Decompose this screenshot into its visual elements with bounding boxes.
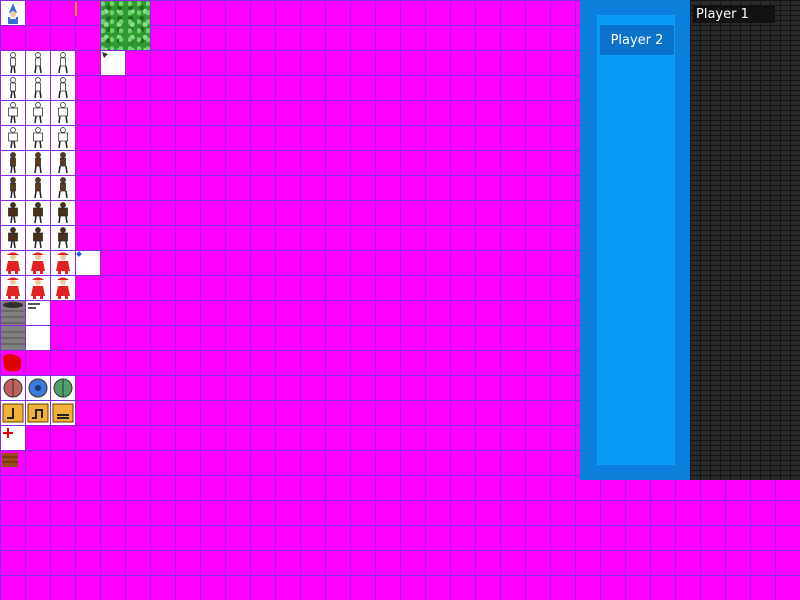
player1-label: Player 1 bbox=[693, 5, 775, 23]
red-figure bbox=[26, 276, 50, 300]
ring-icon bbox=[76, 251, 100, 275]
red-figure bbox=[26, 251, 50, 275]
white-walking-figure bbox=[51, 76, 75, 100]
player2-panel-inner bbox=[597, 15, 675, 465]
stone-column-base bbox=[1, 326, 25, 350]
brown-hero-figure bbox=[26, 226, 50, 250]
blank-tile bbox=[26, 326, 50, 350]
tile-flat-icon bbox=[51, 401, 75, 425]
grass-tile bbox=[101, 1, 150, 50]
green-orb-icon bbox=[51, 376, 75, 400]
red-figure bbox=[51, 251, 75, 275]
brown-walking-figure bbox=[51, 151, 75, 175]
white-hero-figure bbox=[51, 126, 75, 150]
blood-splat bbox=[1, 351, 25, 375]
brown-hero-figure bbox=[1, 201, 25, 225]
sprite-sheet-grid: Player 2 Player 1 bbox=[0, 0, 800, 600]
brown-hero-figure bbox=[51, 226, 75, 250]
tile-up-icon bbox=[1, 401, 25, 425]
blue-orb-icon bbox=[26, 376, 50, 400]
brown-hero-figure bbox=[1, 226, 25, 250]
torch-icon bbox=[75, 2, 77, 16]
brown-walking-figure bbox=[51, 176, 75, 200]
chest-icon bbox=[1, 451, 25, 475]
player2-button[interactable]: Player 2 bbox=[600, 25, 674, 55]
brown-hero-figure bbox=[51, 201, 75, 225]
red-orb-icon bbox=[1, 376, 25, 400]
brown-walking-figure bbox=[1, 176, 25, 200]
red-cross-icon bbox=[1, 426, 25, 450]
white-hero-figure bbox=[26, 101, 50, 125]
red-figure bbox=[51, 276, 75, 300]
brown-walking-figure bbox=[26, 151, 50, 175]
white-walking-figure bbox=[26, 76, 50, 100]
white-hero-figure bbox=[26, 126, 50, 150]
arrow-icon bbox=[26, 301, 50, 325]
player1-brick-panel bbox=[690, 0, 800, 480]
white-hero-figure bbox=[51, 101, 75, 125]
white-hero-figure bbox=[1, 126, 25, 150]
stone-column bbox=[1, 301, 25, 325]
white-walking-figure bbox=[51, 51, 75, 75]
red-figure bbox=[1, 276, 25, 300]
brown-hero-figure bbox=[26, 201, 50, 225]
white-walking-figure bbox=[26, 51, 50, 75]
wizard-sprite bbox=[1, 1, 25, 25]
brown-walking-figure bbox=[26, 176, 50, 200]
cursor-tile bbox=[101, 51, 125, 75]
brown-walking-figure bbox=[1, 151, 25, 175]
white-walking-figure bbox=[1, 51, 25, 75]
tile-down-icon bbox=[26, 401, 50, 425]
white-walking-figure bbox=[1, 76, 25, 100]
red-figure bbox=[1, 251, 25, 275]
white-hero-figure bbox=[1, 101, 25, 125]
